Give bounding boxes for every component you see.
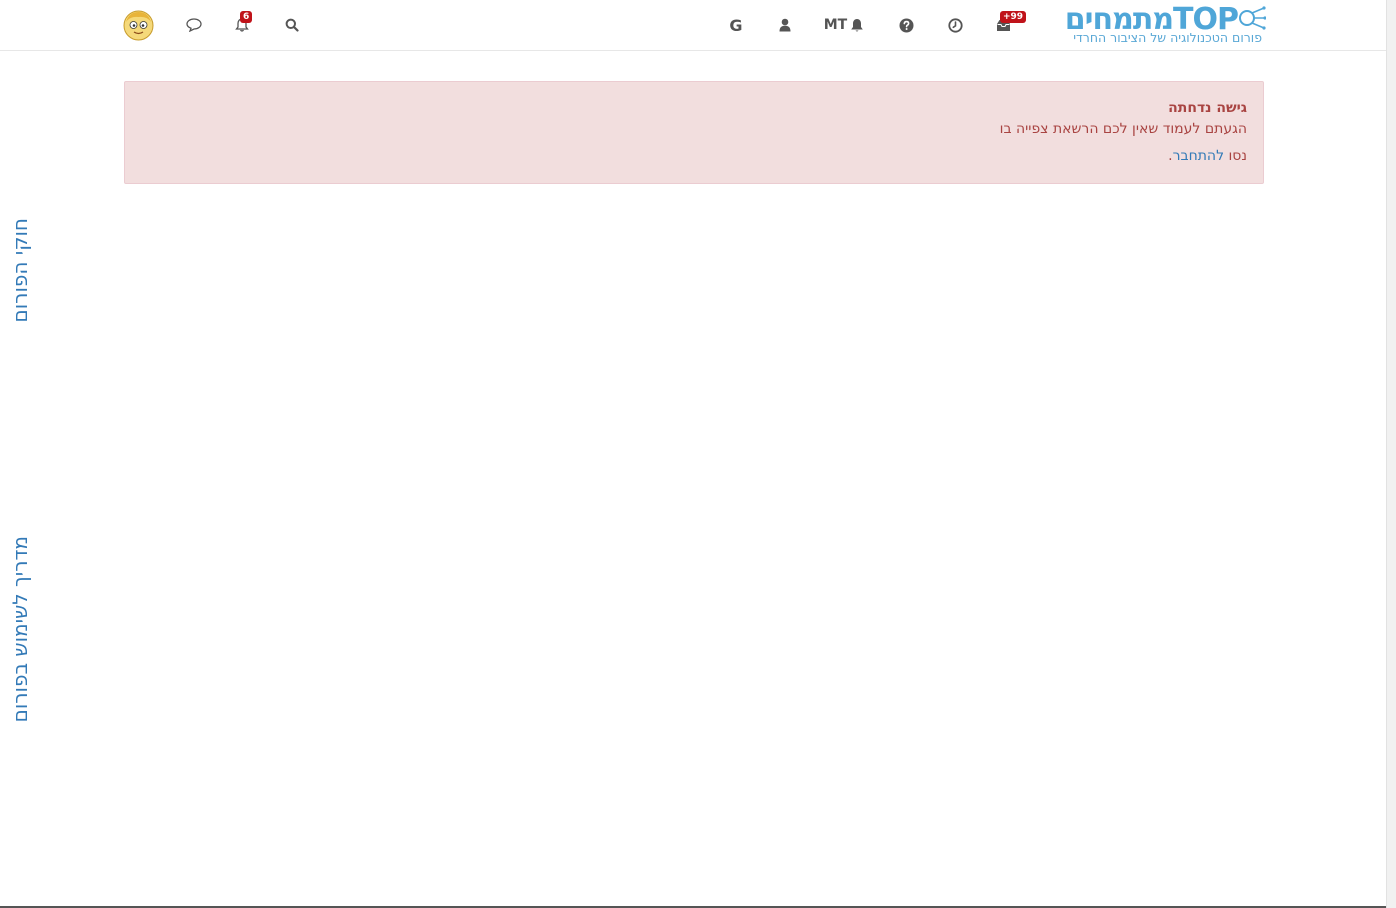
search-button[interactable]	[283, 13, 301, 37]
mt-notifications-button[interactable]: MT	[820, 13, 868, 37]
user-icon	[779, 18, 791, 32]
site-logo[interactable]: מתמחיםTOP פורום הטכנולוגיה של הציבור החר…	[1034, 2, 1266, 48]
notifications-badge: 6	[240, 11, 253, 23]
login-link[interactable]: להתחבר	[1173, 148, 1224, 164]
chat-bubble-icon	[186, 18, 202, 32]
clock-icon	[947, 17, 963, 33]
forum-guide-link[interactable]: מדריך לשימוש בפורום	[8, 536, 32, 722]
help-button[interactable]	[896, 13, 916, 37]
user-avatar[interactable]	[122, 9, 155, 41]
bell-solid-icon	[851, 18, 864, 31]
chat-button[interactable]	[184, 13, 204, 37]
inbox-badge: +99	[1000, 11, 1027, 23]
top-navbar: 6 G MT +99 מתמחיםTOP פורום הטכנולוגיה של…	[0, 0, 1386, 51]
forum-rules-link[interactable]: חוקי הפורום	[8, 218, 32, 323]
logo-tagline: פורום הטכנולוגיה של הציבור החרדי	[1073, 30, 1262, 45]
avatar-icon	[123, 10, 154, 40]
alert-message: הגעתם לעמוד שאין לכם הרשאת צפייה בו	[999, 121, 1247, 137]
alert-login-prompt: נסו להתחבר.	[141, 145, 1247, 167]
recent-button[interactable]	[945, 13, 965, 37]
circuit-logo-icon	[1239, 6, 1266, 30]
question-circle-icon	[899, 18, 913, 32]
alert-try-prefix: נסו	[1224, 148, 1247, 164]
mt-label: MT	[823, 17, 848, 33]
google-login-button[interactable]: G	[726, 13, 746, 37]
alert-title: גישה נדחתה	[1168, 100, 1247, 116]
access-denied-alert: גישה נדחתה הגעתם לעמוד שאין לכם הרשאת צפ…	[124, 81, 1264, 184]
google-icon: G	[729, 15, 743, 35]
page-scrollbar[interactable]	[1386, 0, 1396, 908]
search-icon	[285, 18, 299, 32]
user-button[interactable]	[776, 13, 794, 37]
